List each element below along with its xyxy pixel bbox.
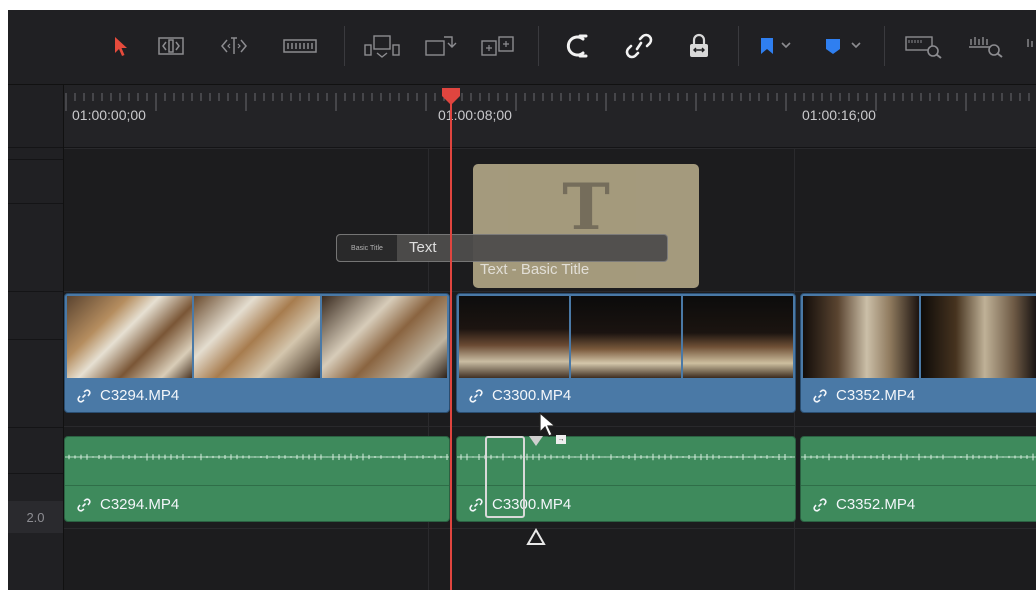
zoom-full-icon[interactable] (902, 30, 946, 62)
audio-waveform (801, 437, 1036, 486)
header-divider (8, 473, 63, 474)
toolbar-divider (344, 26, 345, 66)
clip-label: C3352.MP4 (813, 496, 915, 513)
clip-thumbnail (683, 296, 793, 378)
header-divider (8, 203, 63, 204)
title-bar-label: Text (409, 239, 437, 256)
header-divider (8, 427, 63, 428)
video-clip[interactable]: C3352.MP4 (800, 293, 1036, 413)
insert-clip-icon[interactable] (362, 30, 402, 62)
clip-name: C3352.MP4 (836, 387, 916, 404)
playhead[interactable] (450, 92, 452, 590)
header-divider (8, 147, 63, 148)
selected-edit-point[interactable] (485, 436, 525, 518)
snapping-icon[interactable] (560, 30, 594, 62)
ruler-ticks (65, 93, 1030, 111)
title-thumbnail: Basic Title (337, 235, 397, 261)
mouse-cursor-icon (539, 412, 557, 437)
clip-label: C3300.MP4 (469, 387, 571, 404)
overwrite-clip-icon[interactable] (422, 30, 458, 62)
clip-thumbnails (67, 296, 447, 378)
clip-name: C3294.MP4 (100, 496, 180, 513)
track-divider (64, 291, 1036, 292)
clip-label: C3352.MP4 (813, 387, 915, 404)
link-icon (77, 497, 91, 512)
clip-thumbnails (803, 296, 1036, 378)
track-header-column: 2.0 (8, 85, 64, 590)
flag-icon[interactable] (756, 30, 800, 62)
clip-thumbnail (921, 296, 1036, 378)
audio-track-level: 2.0 (8, 501, 63, 533)
link-icon (469, 388, 483, 403)
dynamic-trim-mode-icon[interactable] (218, 30, 250, 62)
title-clip-preview[interactable]: T Text - Basic Title (473, 164, 699, 288)
audio-clip[interactable]: C3294.MP4 (64, 436, 450, 522)
timeline-window: 2.0 01:00:00;00 01:00:08;00 01:00:16;00 … (8, 10, 1036, 590)
title-clip-bar[interactable]: Basic Title Text (336, 234, 668, 262)
clip-thumbnail (67, 296, 193, 378)
header-divider (8, 339, 63, 340)
clip-thumbnail (194, 296, 320, 378)
link-icon (813, 497, 827, 512)
toolbar-overflow-icon[interactable] (1026, 30, 1036, 62)
toolbar-divider (884, 26, 885, 66)
position-lock-icon[interactable] (684, 30, 714, 62)
timeline-ruler[interactable]: 01:00:00;00 01:00:08;00 01:00:16;00 (64, 85, 1036, 148)
toolbar-divider (538, 26, 539, 66)
toolbar-divider (738, 26, 739, 66)
link-icon (469, 497, 483, 512)
clip-label: C3294.MP4 (77, 387, 179, 404)
clip-name: C3300.MP4 (492, 387, 572, 404)
video-clip[interactable]: C3294.MP4 (64, 293, 450, 413)
clip-name: C3352.MP4 (836, 496, 916, 513)
clip-label: C3294.MP4 (77, 496, 179, 513)
blade-edit-mode-icon[interactable] (280, 30, 320, 62)
timecode-label: 01:00:16;00 (802, 107, 876, 123)
clip-thumbnail (459, 296, 569, 378)
selection-mode-icon[interactable] (108, 30, 132, 62)
edit-toolbar (8, 10, 1036, 85)
clip-thumbnail (571, 296, 681, 378)
zoom-detail-icon[interactable] (966, 30, 1010, 62)
marker-icon[interactable] (820, 30, 870, 62)
video-clip[interactable]: C3300.MP4 (456, 293, 796, 413)
linked-selection-icon[interactable] (622, 30, 656, 62)
clip-name: C3294.MP4 (100, 387, 180, 404)
edit-point-marker-icon (526, 528, 546, 545)
timecode-label: 01:00:00;00 (72, 107, 146, 123)
clip-thumbnails (459, 296, 793, 378)
clip-thumbnail (803, 296, 919, 378)
trim-edit-mode-icon[interactable] (156, 30, 186, 62)
audio-waveform (65, 437, 449, 486)
title-clip-label: Text - Basic Title (480, 261, 590, 278)
playhead-handle-icon[interactable] (440, 86, 462, 106)
replace-clip-icon[interactable] (478, 30, 518, 62)
track-divider (64, 528, 1036, 529)
link-icon (77, 388, 91, 403)
timeline-tracks[interactable]: T Text - Basic Title Basic Title Text C3… (64, 148, 1036, 590)
header-divider (8, 291, 63, 292)
header-divider (8, 159, 63, 160)
clip-thumbnail (321, 296, 447, 378)
link-icon (813, 388, 827, 403)
audio-clip[interactable]: C3352.MP4 (800, 436, 1036, 522)
track-divider (64, 148, 1036, 149)
